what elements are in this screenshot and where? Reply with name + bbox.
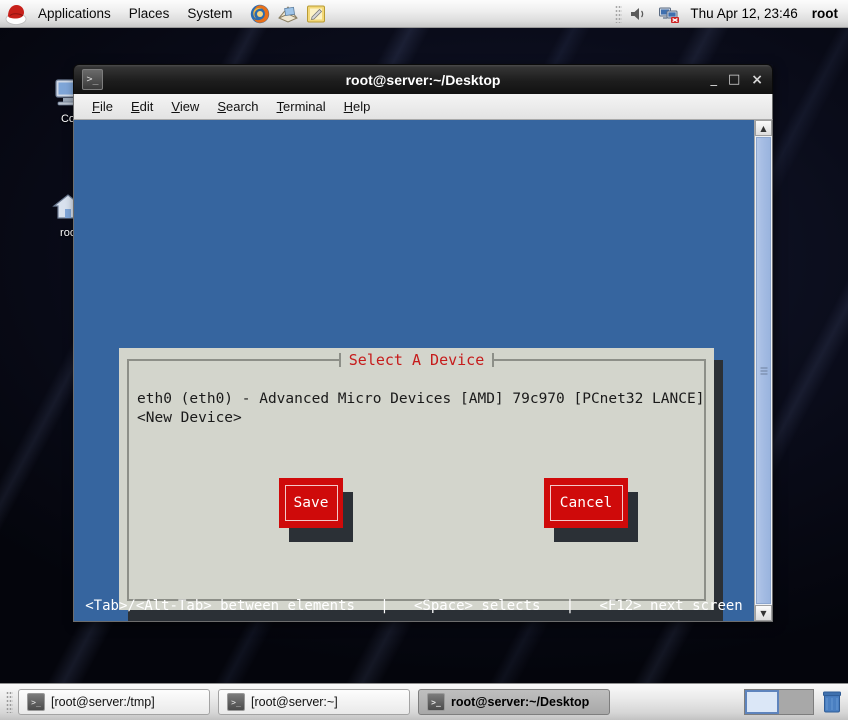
hint-tab: <Tab>/<Alt-Tab> between elements [85, 598, 355, 614]
panel-username[interactable]: root [812, 6, 838, 21]
maximize-button[interactable]: □ [728, 73, 740, 86]
hint-space: <Space> selects [413, 598, 541, 614]
terminal-body: Select A Device eth0 (eth0) - Advanced M… [73, 120, 773, 622]
device-option-new[interactable]: <New Device> [137, 410, 242, 426]
cancel-button-label: Cancel [559, 495, 613, 511]
terminal-window: >_ root@server:~/Desktop _ □ × File Edit V… [73, 64, 773, 622]
hint-f12: <F12> next screen [599, 598, 743, 614]
terminal-title: root@server:~/Desktop [345, 71, 501, 88]
bottom-panel: >_ [root@server:/tmp] >_ [root@server:~]… [0, 683, 848, 720]
network-disconnected-icon[interactable] [658, 4, 680, 24]
terminal-icon: >_ [27, 693, 45, 711]
taskbar-button-0[interactable]: >_ [root@server:/tmp] [18, 689, 210, 715]
menu-terminal[interactable]: Terminal [269, 97, 334, 116]
menu-search[interactable]: Search [209, 97, 266, 116]
taskbar-button-0-label: [root@server:/tmp] [51, 695, 155, 709]
desktop-screen: Co roo Applications Places System Thu Ap… [0, 0, 848, 720]
menu-view[interactable]: View [163, 97, 207, 116]
device-option-eth0[interactable]: eth0 (eth0) - Advanced Micro Devices [AM… [137, 391, 704, 407]
system-tray [628, 4, 680, 24]
menu-edit[interactable]: Edit [123, 97, 161, 116]
workspace-2[interactable] [779, 690, 813, 714]
menu-system[interactable]: System [178, 0, 241, 27]
taskbar-button-2-label: root@server:~/Desktop [451, 695, 590, 709]
close-button[interactable]: × [751, 73, 763, 87]
tray-separator-handle [615, 4, 623, 23]
terminal-icon: >_ [82, 69, 103, 90]
scrollbar-grip [760, 367, 767, 374]
terminal-screen[interactable]: Select A Device eth0 (eth0) - Advanced M… [74, 120, 754, 621]
volume-icon[interactable] [628, 4, 650, 24]
terminal-menubar: File Edit View Search Terminal Help [73, 94, 773, 120]
panel-launchers [249, 3, 327, 25]
window-controls: _ □ × [710, 73, 763, 87]
dialog-buttons: Save Cancel [119, 478, 714, 578]
save-button[interactable]: Save [279, 478, 353, 542]
terminal-scrollbar[interactable]: ▲ ▼ [754, 120, 772, 621]
save-button-face: Save [279, 478, 343, 528]
terminal-icon: >_ [227, 693, 245, 711]
workspace-1[interactable] [745, 690, 779, 714]
select-device-dialog: Select A Device eth0 (eth0) - Advanced M… [119, 348, 714, 610]
hint-separator-2: | [540, 598, 600, 614]
save-button-label: Save [293, 495, 329, 511]
scrollbar-down-arrow[interactable]: ▼ [755, 605, 772, 621]
bottom-panel-handle [6, 691, 13, 713]
terminal-icon: >_ [427, 693, 445, 711]
top-panel: Applications Places System Thu Apr 12, 2… [0, 0, 848, 28]
panel-menus: Applications Places System [29, 0, 241, 27]
text-editor-launcher-icon[interactable] [305, 3, 327, 25]
cancel-button[interactable]: Cancel [544, 478, 638, 542]
red-hat-logo[interactable] [5, 3, 27, 25]
taskbar-button-1-label: [root@server:~] [251, 695, 338, 709]
device-list-row-1[interactable]: <New Device> [137, 409, 698, 428]
menu-places[interactable]: Places [120, 0, 179, 27]
device-list-row-0[interactable]: eth0 (eth0) - Advanced Micro Devices [AM… [137, 390, 704, 409]
scrollbar-track[interactable] [755, 136, 772, 605]
trash-icon[interactable] [822, 690, 842, 714]
workspace-switcher[interactable] [744, 689, 814, 715]
device-list: eth0 (eth0) - Advanced Micro Devices [AM… [137, 390, 704, 428]
minimize-button[interactable]: _ [710, 73, 717, 86]
taskbar-button-2[interactable]: >_ root@server:~/Desktop [418, 689, 610, 715]
terminal-titlebar[interactable]: >_ root@server:~/Desktop _ □ × [73, 64, 773, 94]
hint-separator-1: | [354, 598, 414, 614]
scrollbar-thumb[interactable] [756, 137, 771, 604]
firefox-launcher-icon[interactable] [249, 3, 271, 25]
keyboard-hint-bar: <Tab>/<Alt-Tab> between elements | <Spac… [74, 594, 754, 618]
menu-help[interactable]: Help [336, 97, 379, 116]
scrollbar-up-arrow[interactable]: ▲ [755, 120, 772, 136]
panel-clock[interactable]: Thu Apr 12, 23:46 [690, 6, 797, 21]
taskbar-button-1[interactable]: >_ [root@server:~] [218, 689, 410, 715]
email-launcher-icon[interactable] [277, 3, 299, 25]
cancel-button-face: Cancel [544, 478, 628, 528]
menu-file[interactable]: File [84, 97, 121, 116]
menu-applications[interactable]: Applications [29, 0, 120, 27]
